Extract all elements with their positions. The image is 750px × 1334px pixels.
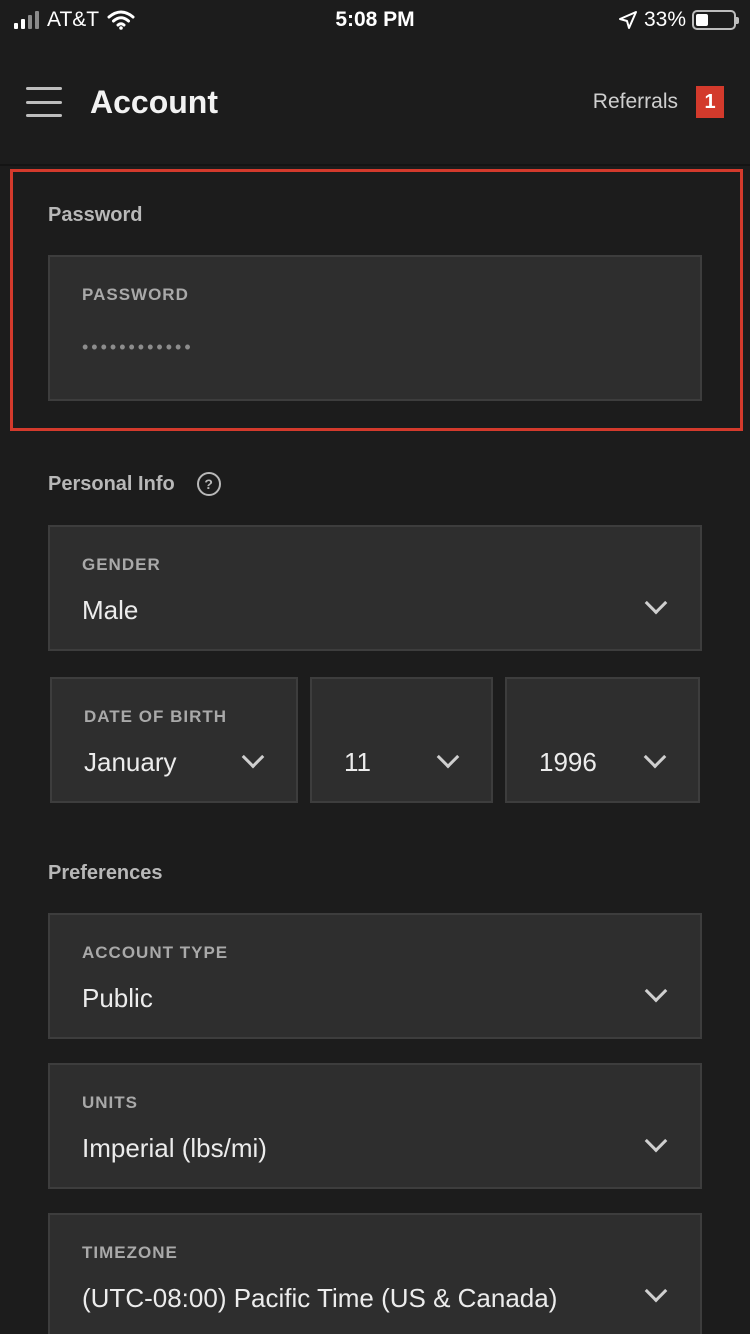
chevron-down-icon (644, 591, 668, 615)
password-field-label: PASSWORD (82, 285, 189, 304)
units-value: Imperial (lbs/mi) (82, 1133, 267, 1163)
battery-fill (696, 14, 708, 26)
header-divider (0, 164, 750, 166)
birth-month-select[interactable]: DATE OF BIRTH January (50, 677, 298, 803)
password-field[interactable]: PASSWORD •••••••••••• (48, 255, 702, 401)
personal-info-heading-text: Personal Info (48, 472, 175, 495)
referrals-count-badge: 1 (696, 86, 724, 118)
chevron-down-icon (436, 745, 460, 769)
status-right: 33% (496, 8, 739, 32)
page-title: Account (90, 83, 218, 120)
battery-icon (692, 10, 739, 30)
birth-day-value: 11 (344, 747, 371, 777)
gender-label: GENDER (82, 555, 161, 574)
chevron-down-icon (241, 745, 265, 769)
units-select[interactable]: UNITS Imperial (lbs/mi) (48, 1063, 702, 1189)
date-of-birth-label: DATE OF BIRTH (84, 707, 228, 726)
personal-info-heading: Personal Info ? (48, 472, 221, 496)
account-screen: AT&T 5:08 PM 33% Account Referrals 1 Pas… (0, 0, 750, 1334)
units-label: UNITS (82, 1093, 138, 1112)
birth-year-select[interactable]: 1996 (505, 677, 700, 803)
account-type-select[interactable]: ACCOUNT TYPE Public (48, 913, 702, 1039)
status-time: 5:08 PM (335, 8, 415, 31)
battery-percent: 33% (643, 8, 686, 31)
account-type-label: ACCOUNT TYPE (82, 943, 229, 962)
chevron-down-icon (644, 1129, 668, 1153)
chevron-down-icon (644, 979, 668, 1003)
referrals-button[interactable]: Referrals 1 (593, 86, 724, 118)
gender-select[interactable]: GENDER Male (48, 525, 702, 651)
account-type-value: Public (82, 983, 153, 1013)
preferences-heading: Preferences (48, 862, 163, 885)
preferences-heading-text: Preferences (48, 862, 163, 884)
password-masked-value: •••••••••••• (82, 337, 194, 357)
birth-year-value: 1996 (539, 747, 597, 777)
timezone-select[interactable]: TIMEZONE (UTC-08:00) Pacific Time (US & … (48, 1213, 702, 1334)
wifi-icon (107, 10, 135, 30)
birth-month-value: January (84, 747, 177, 777)
app-header: Account Referrals 1 (0, 40, 750, 164)
gender-value: Male (82, 595, 139, 625)
timezone-value: (UTC-08:00) Pacific Time (US & Canada) (82, 1283, 558, 1313)
status-bar: AT&T 5:08 PM 33% (0, 0, 750, 40)
chevron-down-icon (643, 745, 667, 769)
password-heading-text: Password (48, 204, 143, 226)
referrals-label: Referrals (592, 90, 678, 113)
carrier-name: AT&T (47, 8, 100, 31)
status-left: AT&T (14, 8, 254, 32)
cellular-signal-icon (14, 11, 39, 29)
timezone-label: TIMEZONE (82, 1243, 178, 1262)
birth-day-select[interactable]: 11 (310, 677, 493, 803)
help-icon[interactable]: ? (196, 472, 221, 496)
location-arrow-icon (618, 11, 637, 29)
password-section-heading: Password (48, 204, 142, 227)
hamburger-menu-icon[interactable] (26, 87, 62, 117)
chevron-down-icon (644, 1279, 668, 1303)
